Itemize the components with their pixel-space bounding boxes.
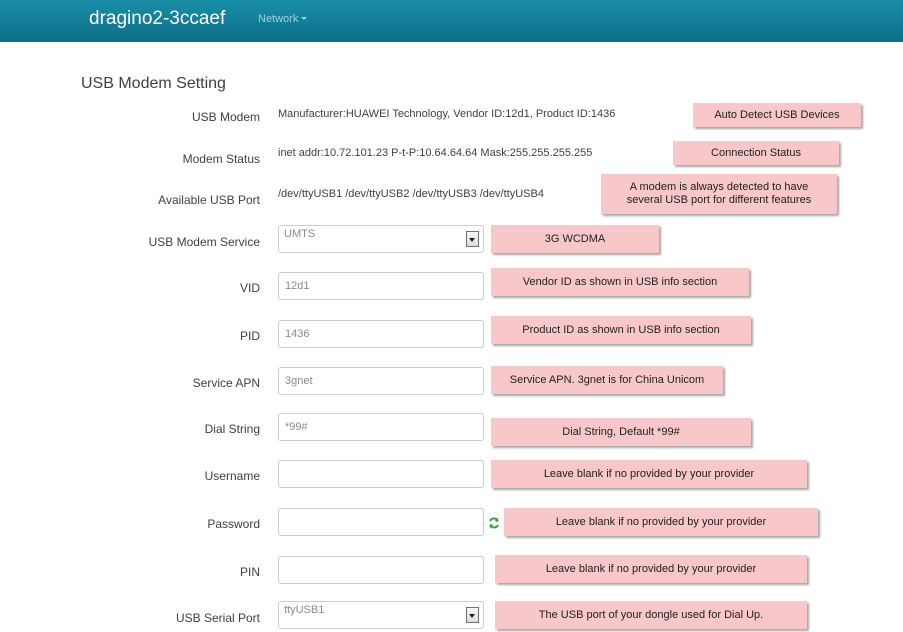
username-annotation: Leave blank if no provided by your provi… <box>491 460 807 488</box>
vid-label: VID <box>239 281 260 295</box>
modem-status-value: inet addr:10.72.101.23 P-t-P:10.64.64.64… <box>278 147 593 159</box>
pid-input[interactable] <box>278 320 484 348</box>
usb-modem-label: USB Modem <box>191 110 260 124</box>
top-navbar: dragino2-3ccaef Network <box>0 0 903 42</box>
service-apn-input[interactable] <box>278 367 484 395</box>
service-apn-annotation: Service APN. 3gnet is for China Unicom <box>491 366 723 394</box>
network-menu-label: Network <box>258 13 299 25</box>
dial-string-input[interactable] <box>278 413 484 441</box>
brand-hostname[interactable]: dragino2-3ccaef <box>89 8 225 30</box>
usb-modem-annotation: Auto Detect USB Devices <box>693 103 861 127</box>
usb-serial-port-selected: ttyUSB1 <box>284 604 325 616</box>
vid-input[interactable] <box>278 272 484 300</box>
pid-label: PID <box>239 329 260 343</box>
modem-service-annotation: 3G WCDMA <box>491 225 659 253</box>
pin-label: PIN <box>239 565 260 579</box>
password-input[interactable] <box>278 508 484 536</box>
available-usb-port-value: /dev/ttyUSB1 /dev/ttyUSB2 /dev/ttyUSB3 /… <box>278 188 544 200</box>
dropdown-arrow-icon[interactable] <box>466 231 479 247</box>
service-apn-label: Service APN <box>192 376 260 390</box>
network-menu[interactable]: Network <box>258 12 308 26</box>
username-label: Username <box>204 469 260 483</box>
reveal-password-icon[interactable] <box>488 517 500 529</box>
modem-status-label: Modem Status <box>182 152 260 166</box>
password-label: Password <box>207 517 260 531</box>
modem-status-annotation: Connection Status <box>673 141 839 165</box>
dropdown-arrow-icon[interactable] <box>466 607 479 623</box>
annotation-line: A modem is always detected to have <box>629 181 809 193</box>
usb-serial-port-label: USB Serial Port <box>175 611 260 625</box>
usb-serial-port-annotation: The USB port of your dongle used for Dia… <box>495 601 807 629</box>
modem-service-select[interactable]: UMTS <box>278 225 484 253</box>
available-usb-port-label: Available USB Port <box>158 193 260 207</box>
annotation-line: several USB port for different features <box>626 194 812 206</box>
pin-annotation: Leave blank if no provided by your provi… <box>495 555 807 583</box>
caret-down-icon <box>301 17 308 20</box>
vid-annotation: Vendor ID as shown in USB info section <box>491 268 749 296</box>
password-annotation: Leave blank if no provided by your provi… <box>504 508 818 536</box>
dial-string-annotation: Dial String, Default *99# <box>491 418 751 446</box>
pin-input[interactable] <box>278 556 484 584</box>
usb-modem-value: Manufacturer:HUAWEI Technology, Vendor I… <box>278 108 616 120</box>
modem-service-selected: UMTS <box>284 228 316 240</box>
pid-annotation: Product ID as shown in USB info section <box>491 316 751 344</box>
section-title: USB Modem Setting <box>81 75 226 92</box>
available-usb-port-annotation: A modem is always detected to have sever… <box>601 174 837 214</box>
dial-string-label: Dial String <box>204 422 260 436</box>
usb-serial-port-select[interactable]: ttyUSB1 <box>278 601 484 629</box>
modem-service-label: USB Modem Service <box>148 235 260 249</box>
username-input[interactable] <box>278 460 484 488</box>
